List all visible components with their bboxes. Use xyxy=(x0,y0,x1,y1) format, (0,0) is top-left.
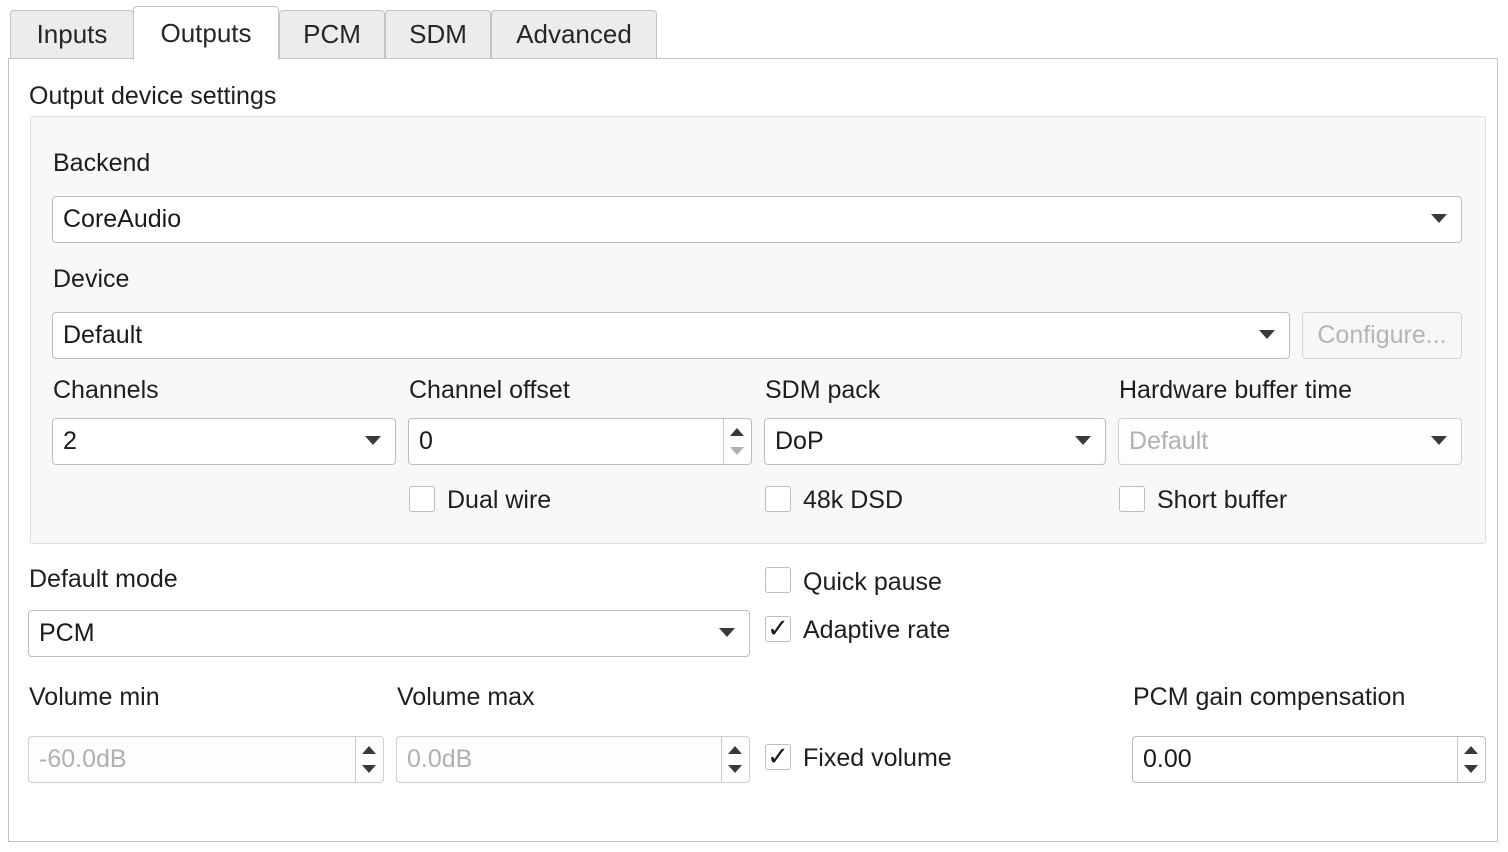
volume-max-spinbox[interactable]: 0.0dB xyxy=(396,736,750,783)
volume-max-label: Volume max xyxy=(397,683,535,711)
pcm-gain-value: 0.00 xyxy=(1143,745,1192,773)
spinner-arrows-icon[interactable] xyxy=(1457,737,1485,782)
spinner-arrows-icon[interactable] xyxy=(721,737,749,782)
tab-outputs[interactable]: Outputs xyxy=(133,6,279,60)
chevron-down-icon xyxy=(365,436,381,445)
channels-label: Channels xyxy=(53,376,159,404)
default-mode-value: PCM xyxy=(39,619,95,647)
hw-buffer-select[interactable]: Default xyxy=(1118,418,1462,465)
dual-wire-checkbox[interactable] xyxy=(409,486,435,512)
channel-offset-value: 0 xyxy=(419,427,433,455)
hw-buffer-value: Default xyxy=(1129,427,1209,455)
configure-button[interactable]: Configure... xyxy=(1302,312,1462,359)
tab-label: SDM xyxy=(409,19,467,49)
dsd48k-label: 48k DSD xyxy=(803,486,904,514)
chevron-down-icon xyxy=(1075,436,1091,445)
default-mode-label: Default mode xyxy=(29,565,178,593)
tab-label: Outputs xyxy=(160,18,252,48)
tab-advanced[interactable]: Advanced xyxy=(491,10,657,58)
default-mode-select[interactable]: PCM xyxy=(28,610,750,657)
volume-min-spinbox[interactable]: -60.0dB xyxy=(28,736,384,783)
sdm-pack-select[interactable]: DoP xyxy=(764,418,1106,465)
tab-label: PCM xyxy=(303,19,361,49)
channel-offset-spinbox[interactable]: 0 xyxy=(408,418,752,465)
configure-label: Configure... xyxy=(1317,321,1447,349)
spinner-arrows-icon[interactable] xyxy=(355,737,383,782)
tab-label: Advanced xyxy=(516,19,632,49)
chevron-down-icon xyxy=(1431,436,1447,445)
backend-select[interactable]: CoreAudio xyxy=(52,196,1462,243)
backend-label: Backend xyxy=(53,149,151,177)
fixed-volume-label: Fixed volume xyxy=(803,744,952,772)
tab-inputs[interactable]: Inputs xyxy=(10,10,134,58)
chevron-down-icon xyxy=(719,628,735,637)
pcm-gain-label: PCM gain compensation xyxy=(1133,683,1406,711)
chevron-down-icon xyxy=(1259,330,1275,339)
spinner-arrows-icon[interactable] xyxy=(723,419,751,464)
group-title: Output device settings xyxy=(29,82,277,110)
volume-min-value: -60.0dB xyxy=(39,745,127,773)
short-buffer-label: Short buffer xyxy=(1157,486,1288,514)
chevron-down-icon xyxy=(1431,214,1447,223)
backend-value: CoreAudio xyxy=(63,205,182,233)
short-buffer-checkbox[interactable] xyxy=(1119,486,1145,512)
pcm-gain-spinbox[interactable]: 0.00 xyxy=(1132,736,1486,783)
hw-buffer-label: Hardware buffer time xyxy=(1119,376,1352,404)
channels-select[interactable]: 2 xyxy=(52,418,396,465)
device-value: Default xyxy=(63,321,143,349)
tab-sdm[interactable]: SDM xyxy=(385,10,491,58)
checkmark-icon: ✓ xyxy=(767,741,789,771)
device-select[interactable]: Default xyxy=(52,312,1290,359)
tab-label: Inputs xyxy=(36,19,108,49)
adaptive-rate-checkbox[interactable]: ✓ xyxy=(765,613,791,643)
sdm-pack-label: SDM pack xyxy=(765,376,881,404)
tab-pcm[interactable]: PCM xyxy=(279,10,385,58)
channels-value: 2 xyxy=(63,427,77,455)
quick-pause-checkbox[interactable] xyxy=(765,567,791,593)
sdm-pack-value: DoP xyxy=(775,427,824,455)
device-label: Device xyxy=(53,265,130,293)
adaptive-rate-label: Adaptive rate xyxy=(803,616,951,644)
volume-max-value: 0.0dB xyxy=(407,745,473,773)
fixed-volume-checkbox[interactable]: ✓ xyxy=(765,741,791,771)
quick-pause-label: Quick pause xyxy=(803,568,942,596)
channel-offset-label: Channel offset xyxy=(409,376,570,404)
checkmark-icon: ✓ xyxy=(767,613,789,643)
dsd48k-checkbox[interactable] xyxy=(765,486,791,512)
dual-wire-label: Dual wire xyxy=(447,486,552,514)
volume-min-label: Volume min xyxy=(29,683,160,711)
